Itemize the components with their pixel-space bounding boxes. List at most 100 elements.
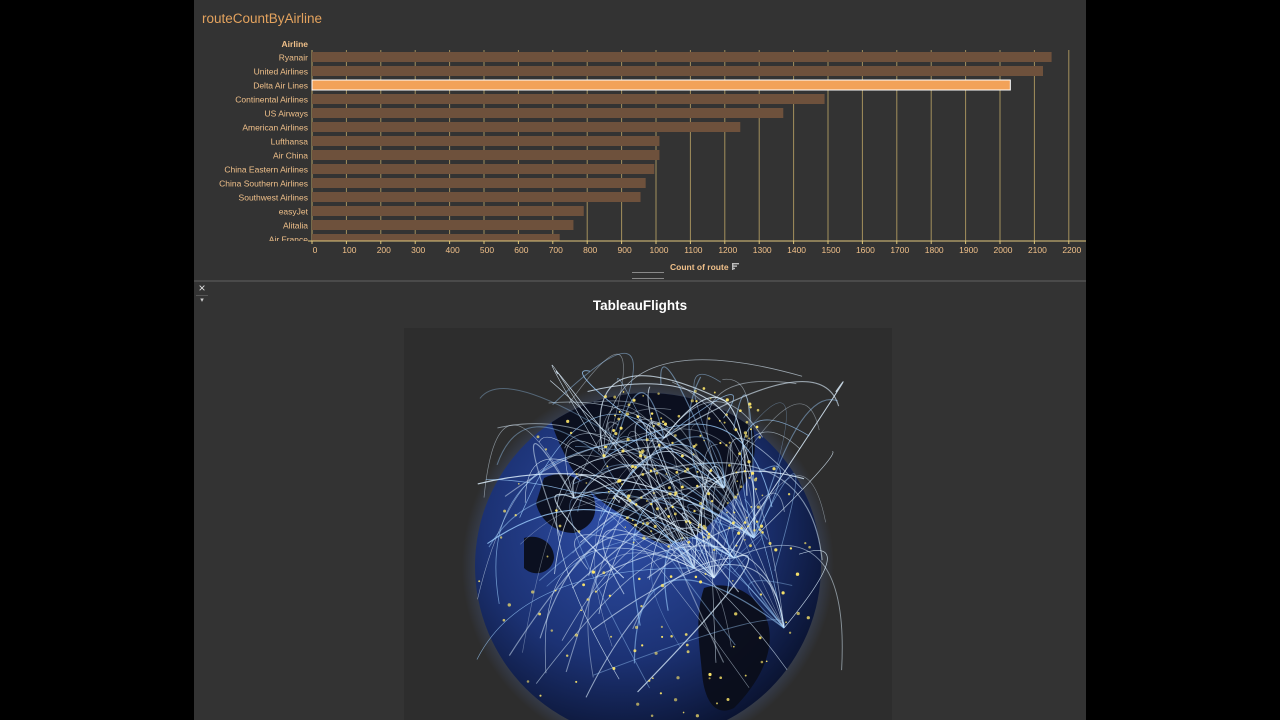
airport-dot (727, 502, 729, 504)
x-tick-label: 2100 (1028, 245, 1047, 255)
airport-dot (614, 432, 618, 436)
airline-label[interactable]: China Eastern Airlines (224, 165, 308, 175)
route-count-bar-chart[interactable]: Airline Ryanair United Airlines Delta Air L… (194, 0, 1086, 280)
airport-dot (686, 650, 690, 654)
airport-dot (765, 660, 768, 663)
airport-dot (772, 467, 776, 471)
airline-label[interactable]: Air China (273, 151, 308, 161)
airport-dot (680, 485, 684, 489)
airline-label[interactable]: Southwest Airlines (239, 193, 308, 203)
airport-dot (645, 438, 649, 442)
airline-label[interactable]: Alitalia (283, 221, 308, 231)
airport-dot (759, 524, 764, 528)
airport-dot (641, 644, 644, 647)
airport-dot (749, 544, 752, 548)
bar[interactable] (312, 122, 741, 132)
airport-dot (663, 422, 668, 426)
x-tick-label: 100 (342, 245, 356, 255)
bar[interactable] (312, 136, 660, 146)
bar[interactable] (312, 94, 825, 104)
airport-dot (544, 448, 548, 451)
airport-dot (751, 471, 755, 475)
airline-label[interactable]: American Airlines (242, 123, 308, 133)
globe-flight-map[interactable] (404, 328, 892, 720)
airport-dot (673, 698, 678, 702)
airport-dot (755, 477, 758, 480)
airport-dot (640, 604, 643, 608)
close-icon[interactable]: × (196, 282, 208, 294)
airport-dot (708, 672, 712, 677)
airport-dot (719, 676, 723, 680)
airport-dot (604, 395, 607, 399)
bar[interactable] (312, 66, 1043, 76)
airport-dot (612, 429, 616, 432)
airport-dot (739, 485, 743, 488)
airport-dot (735, 544, 738, 547)
airport-dot (716, 702, 718, 705)
airport-dot (706, 530, 708, 533)
airline-label[interactable]: Delta Air Lines (253, 81, 308, 91)
airport-dot (726, 511, 728, 514)
airport-dot (638, 450, 642, 454)
airport-dot (737, 531, 741, 535)
airport-dot (677, 414, 681, 418)
airline-label[interactable]: Air France (269, 235, 308, 245)
pane-resize-handle[interactable] (632, 272, 664, 279)
x-tick-label: 0 (313, 245, 318, 255)
airport-dot (744, 434, 748, 438)
bar[interactable] (312, 206, 584, 216)
airport-dot (612, 497, 615, 499)
bar[interactable] (312, 178, 646, 188)
airport-dot (743, 470, 746, 473)
bar[interactable] (312, 192, 641, 202)
globe-map-container[interactable] (404, 328, 892, 720)
x-tick-label: 1400 (787, 245, 806, 255)
bar[interactable] (312, 108, 784, 118)
airport-dot (517, 482, 520, 485)
airline-label[interactable]: Ryanair (279, 53, 308, 63)
airport-dot (789, 547, 793, 550)
x-tick-label: 2000 (994, 245, 1013, 255)
airport-dot (759, 593, 763, 596)
airline-label[interactable]: Continental Airlines (235, 95, 308, 105)
airport-dot (661, 420, 665, 423)
bar[interactable] (312, 52, 1052, 62)
airport-dot (728, 526, 731, 530)
airport-dot (808, 545, 811, 549)
airline-label[interactable]: easyJet (279, 207, 309, 217)
airport-dot (675, 471, 679, 474)
bar[interactable] (312, 220, 574, 230)
airport-dot (703, 439, 705, 442)
airline-label[interactable]: US Airways (265, 109, 308, 119)
airport-dot (713, 391, 716, 394)
airport-dot (671, 441, 674, 445)
airport-dot (723, 421, 726, 424)
sort-icon[interactable] (732, 263, 739, 270)
airport-dot (709, 397, 712, 400)
airport-dot (739, 409, 742, 413)
bar[interactable] (312, 150, 660, 160)
x-tick-label: 700 (549, 245, 563, 255)
airport-dot (725, 398, 729, 402)
airport-dot (735, 471, 738, 474)
airport-dot (787, 493, 791, 496)
airport-dot (554, 589, 557, 592)
bar[interactable] (312, 164, 655, 174)
airport-dot (743, 431, 748, 435)
airport-dot (613, 395, 617, 399)
x-tick-label: 500 (480, 245, 494, 255)
airline-label[interactable]: Lufthansa (271, 137, 309, 147)
bar-highlighted[interactable] (311, 79, 1011, 91)
airline-label[interactable]: China Southern Airlines (219, 179, 308, 189)
airport-dot (580, 609, 583, 612)
x-tick-label: 800 (583, 245, 597, 255)
airport-dot (606, 465, 609, 468)
bar[interactable] (312, 234, 560, 244)
airport-dot (585, 482, 588, 484)
airport-dot (634, 625, 639, 630)
airline-label[interactable]: United Airlines (254, 67, 308, 77)
airport-dot (625, 412, 630, 416)
airport-dot (575, 472, 578, 476)
airport-dot (655, 507, 659, 511)
airport-dot (648, 679, 651, 682)
